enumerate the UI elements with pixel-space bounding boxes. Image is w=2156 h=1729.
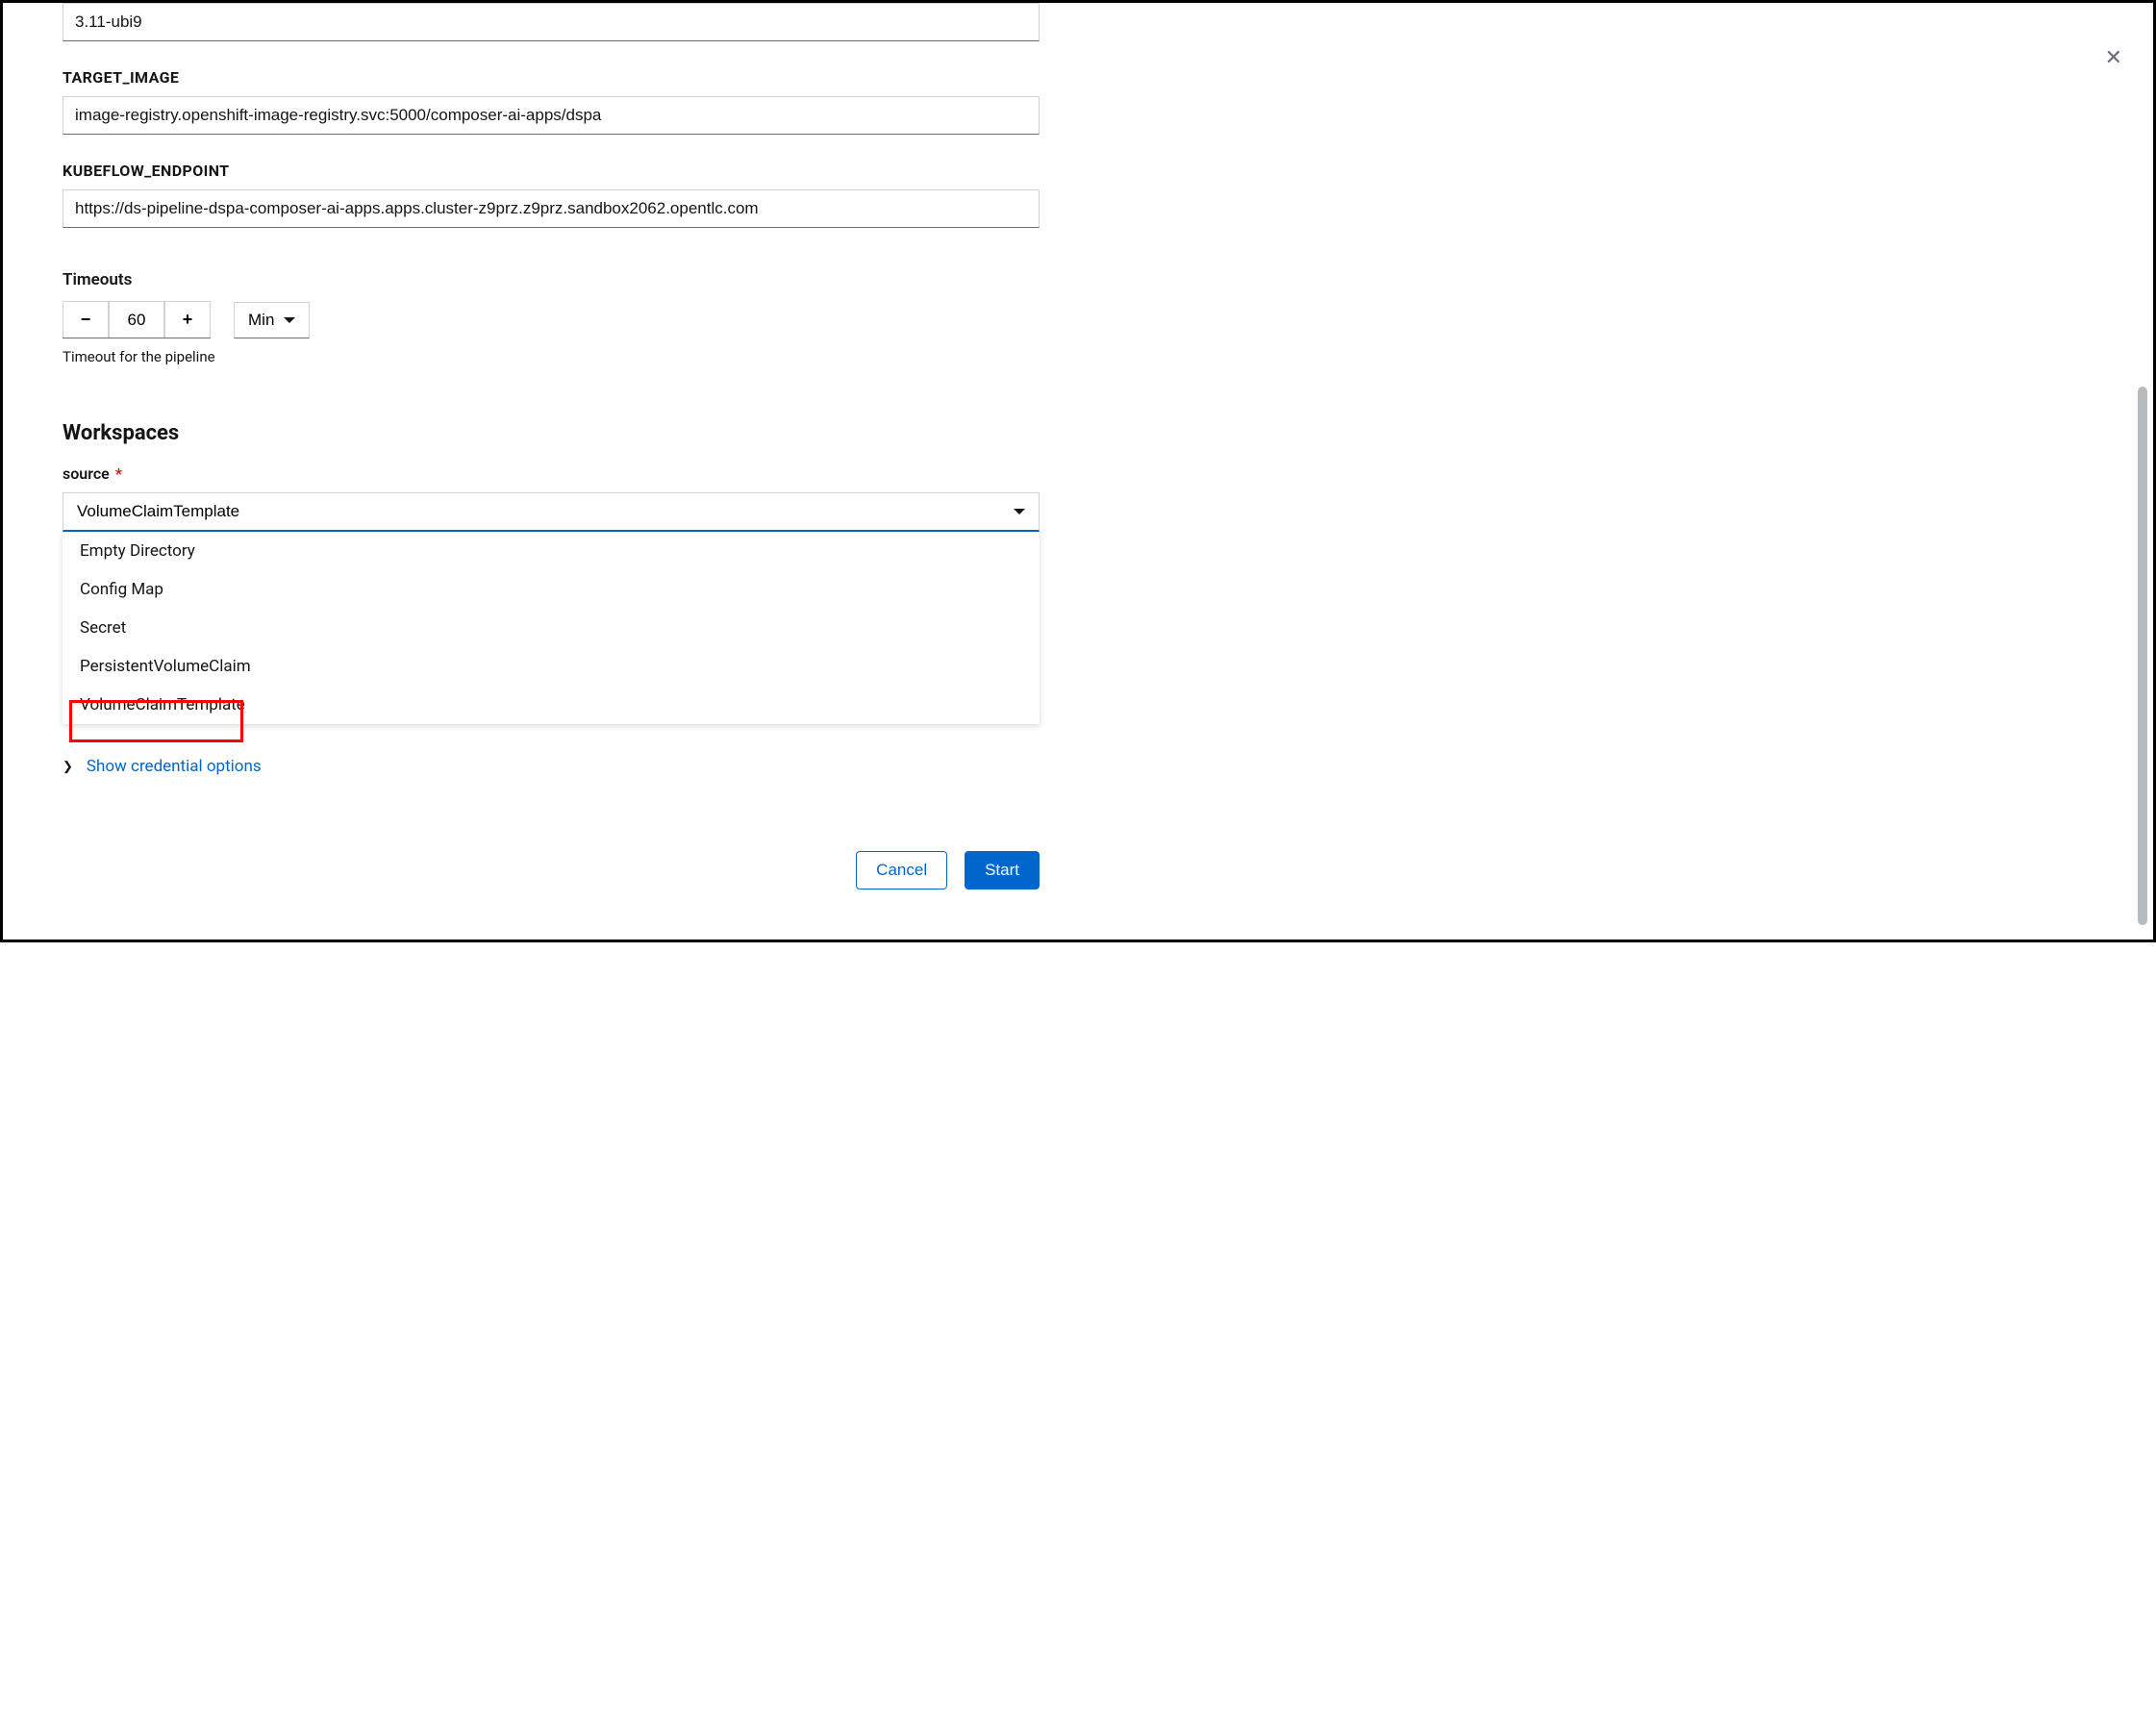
dropdown-item-config-map[interactable]: Config Map (63, 570, 1040, 609)
timeout-unit-value: Min (248, 311, 274, 330)
dropdown-item-secret[interactable]: Secret (63, 609, 1040, 647)
source-label-text: source (63, 464, 110, 483)
stepper-increment-button[interactable]: + (164, 301, 211, 338)
timeout-stepper: − + (63, 301, 211, 338)
stepper-decrement-button[interactable]: − (63, 301, 109, 338)
caret-down-icon (284, 317, 295, 323)
cancel-button[interactable]: Cancel (856, 851, 947, 890)
plus-icon: + (183, 310, 193, 330)
timeouts-label: Timeouts (63, 270, 1040, 289)
credential-link-row: ❯ Show credential options (63, 757, 1040, 776)
target-image-label: TARGET_IMAGE (63, 68, 1040, 87)
source-dropdown-wrapper: VolumeClaimTemplate Empty Directory Conf… (63, 492, 1040, 532)
timeout-value-input[interactable] (109, 301, 164, 338)
chevron-right-icon: ❯ (63, 760, 73, 774)
timeouts-group: Timeouts − + Min Timeout for the pipelin… (63, 270, 1040, 365)
scrollbar-track[interactable] (2138, 7, 2147, 936)
caret-down-icon (1014, 509, 1025, 514)
minus-icon: − (81, 310, 91, 330)
version-input[interactable] (63, 3, 1040, 41)
show-credential-options-link[interactable]: Show credential options (87, 757, 262, 776)
kubeflow-endpoint-group: KUBEFLOW_ENDPOINT (63, 162, 1040, 228)
form-content: TARGET_IMAGE KUBEFLOW_ENDPOINT Timeouts … (3, 3, 1099, 918)
kubeflow-endpoint-label: KUBEFLOW_ENDPOINT (63, 162, 1040, 180)
modal-panel: ✕ TARGET_IMAGE KUBEFLOW_ENDPOINT Timeout… (0, 0, 2156, 942)
source-dropdown-toggle[interactable]: VolumeClaimTemplate (63, 492, 1040, 532)
target-image-input[interactable] (63, 96, 1040, 135)
first-field-group (63, 3, 1040, 41)
timeout-helper-text: Timeout for the pipeline (63, 348, 1040, 365)
kubeflow-endpoint-input[interactable] (63, 189, 1040, 228)
timeouts-row: − + Min (63, 301, 1040, 338)
close-icon: ✕ (2105, 45, 2122, 69)
footer-actions: Cancel Start (63, 851, 1040, 890)
start-button[interactable]: Start (965, 851, 1040, 890)
close-button[interactable]: ✕ (2101, 41, 2126, 74)
dropdown-item-pvc[interactable]: PersistentVolumeClaim (63, 647, 1040, 686)
timeout-unit-select[interactable]: Min (234, 302, 310, 338)
source-field-group: source * VolumeClaimTemplate Empty Direct… (63, 464, 1040, 776)
source-dropdown-menu: Empty Directory Config Map Secret Persis… (63, 532, 1040, 724)
dropdown-item-volume-claim-template[interactable]: VolumeClaimTemplate (63, 686, 1040, 724)
scrollbar-thumb[interactable] (2138, 387, 2147, 925)
dropdown-item-empty-directory[interactable]: Empty Directory (63, 532, 1040, 570)
source-label: source * (63, 464, 1040, 483)
workspaces-heading: Workspaces (63, 421, 1040, 445)
target-image-group: TARGET_IMAGE (63, 68, 1040, 135)
required-indicator: * (115, 464, 122, 483)
source-selected-value: VolumeClaimTemplate (77, 502, 239, 521)
